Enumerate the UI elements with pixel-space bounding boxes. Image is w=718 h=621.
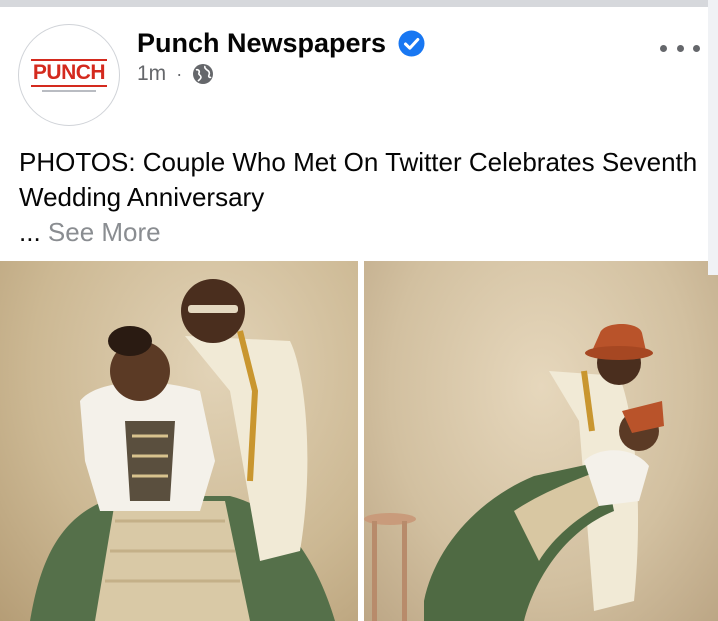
punch-logo: PUNCH xyxy=(30,58,108,87)
page-name-link[interactable]: Punch Newspapers xyxy=(137,28,386,59)
text-ellipsis: ... xyxy=(19,217,41,247)
verified-badge-icon xyxy=(398,30,425,57)
logo-tagline xyxy=(42,89,96,92)
more-dot xyxy=(676,44,684,52)
post-meta: 1m · xyxy=(137,62,214,86)
scroll-edge xyxy=(708,0,718,275)
post-timestamp[interactable]: 1m xyxy=(137,62,166,86)
more-dot xyxy=(660,44,667,52)
post-text: PHOTOS: Couple Who Met On Twitter Celebr… xyxy=(19,147,698,212)
more-options-icon[interactable] xyxy=(660,36,700,60)
more-dot xyxy=(693,44,700,52)
see-more-row: ... See More xyxy=(19,215,161,250)
post-photo-left[interactable] xyxy=(0,261,358,621)
meta-separator: · xyxy=(176,63,183,84)
page-avatar[interactable]: PUNCH xyxy=(18,24,120,126)
post-header-title: Punch Newspapers xyxy=(137,28,425,59)
post-photo-right[interactable] xyxy=(364,261,718,621)
top-divider xyxy=(0,0,718,7)
see-more-link[interactable]: See More xyxy=(48,217,161,247)
globe-icon[interactable] xyxy=(192,63,214,85)
